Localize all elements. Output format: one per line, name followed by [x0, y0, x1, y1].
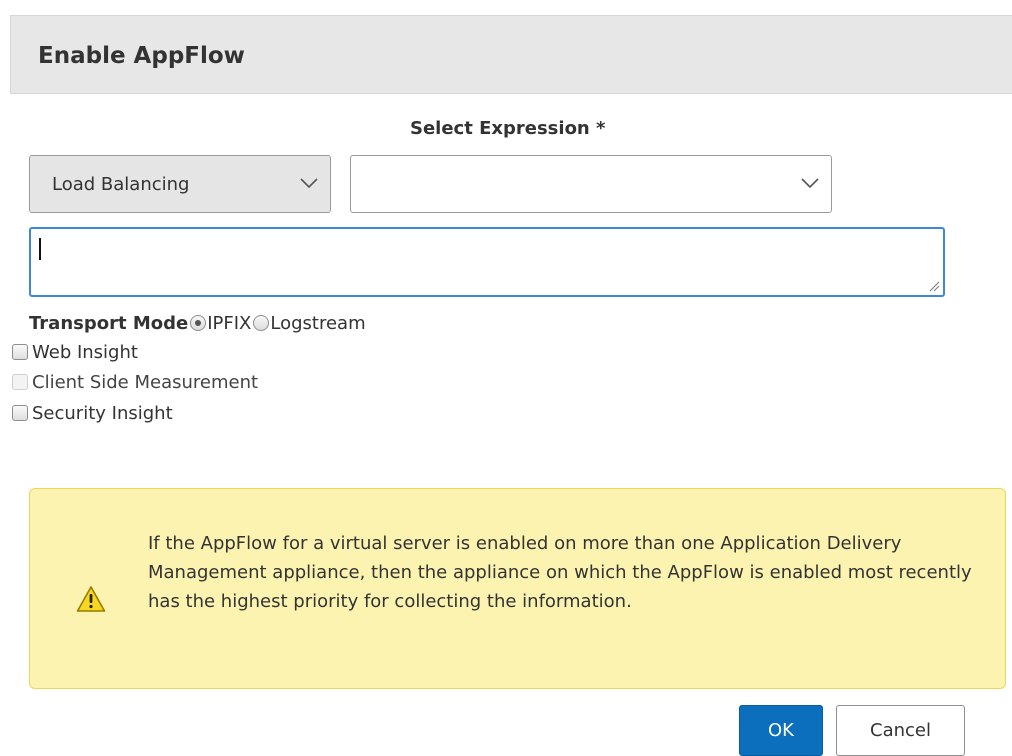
client-side-measurement-label: Client Side Measurement — [32, 371, 259, 393]
ok-button[interactable]: OK — [739, 705, 823, 756]
web-insight-label: Web Insight — [32, 341, 138, 363]
security-insight-label: Security Insight — [32, 402, 173, 424]
chevron-down-icon — [300, 178, 318, 189]
cancel-button[interactable]: Cancel — [836, 705, 965, 756]
ipfix-radio-label: IPFIX — [207, 312, 252, 334]
warning-text: If the AppFlow for a virtual server is e… — [148, 533, 972, 612]
logstream-radio-label: Logstream — [270, 312, 366, 334]
security-insight-option[interactable]: Security Insight — [12, 401, 173, 425]
web-insight-option[interactable]: Web Insight — [12, 340, 138, 364]
dialog-header: Enable AppFlow — [10, 15, 1012, 94]
security-insight-checkbox[interactable] — [12, 405, 28, 421]
client-side-measurement-checkbox — [12, 374, 28, 390]
warning-message-box: If the AppFlow for a virtual server is e… — [29, 488, 1006, 689]
ipfix-radio[interactable] — [190, 315, 207, 331]
expression-textarea[interactable] — [29, 227, 945, 297]
client-side-measurement-option: Client Side Measurement — [12, 370, 258, 394]
chevron-down-icon — [801, 178, 819, 189]
resize-grip-icon[interactable] — [928, 280, 940, 292]
transport-mode-row: Transport Mode IPFIX Logstream — [29, 310, 366, 336]
warning-icon — [76, 586, 106, 612]
web-insight-checkbox[interactable] — [12, 344, 28, 360]
expression-select[interactable] — [350, 155, 832, 213]
transport-mode-label: Transport Mode — [29, 312, 189, 334]
category-select-value: Load Balancing — [52, 174, 190, 195]
text-caret — [39, 238, 41, 260]
enable-appflow-dialog: Enable AppFlow Select Expression * Load … — [0, 0, 1012, 756]
select-expression-label: Select Expression * — [410, 118, 606, 139]
logstream-radio[interactable] — [253, 315, 270, 331]
expression-category-select[interactable]: Load Balancing — [29, 155, 331, 213]
dialog-title: Enable AppFlow — [38, 43, 245, 69]
